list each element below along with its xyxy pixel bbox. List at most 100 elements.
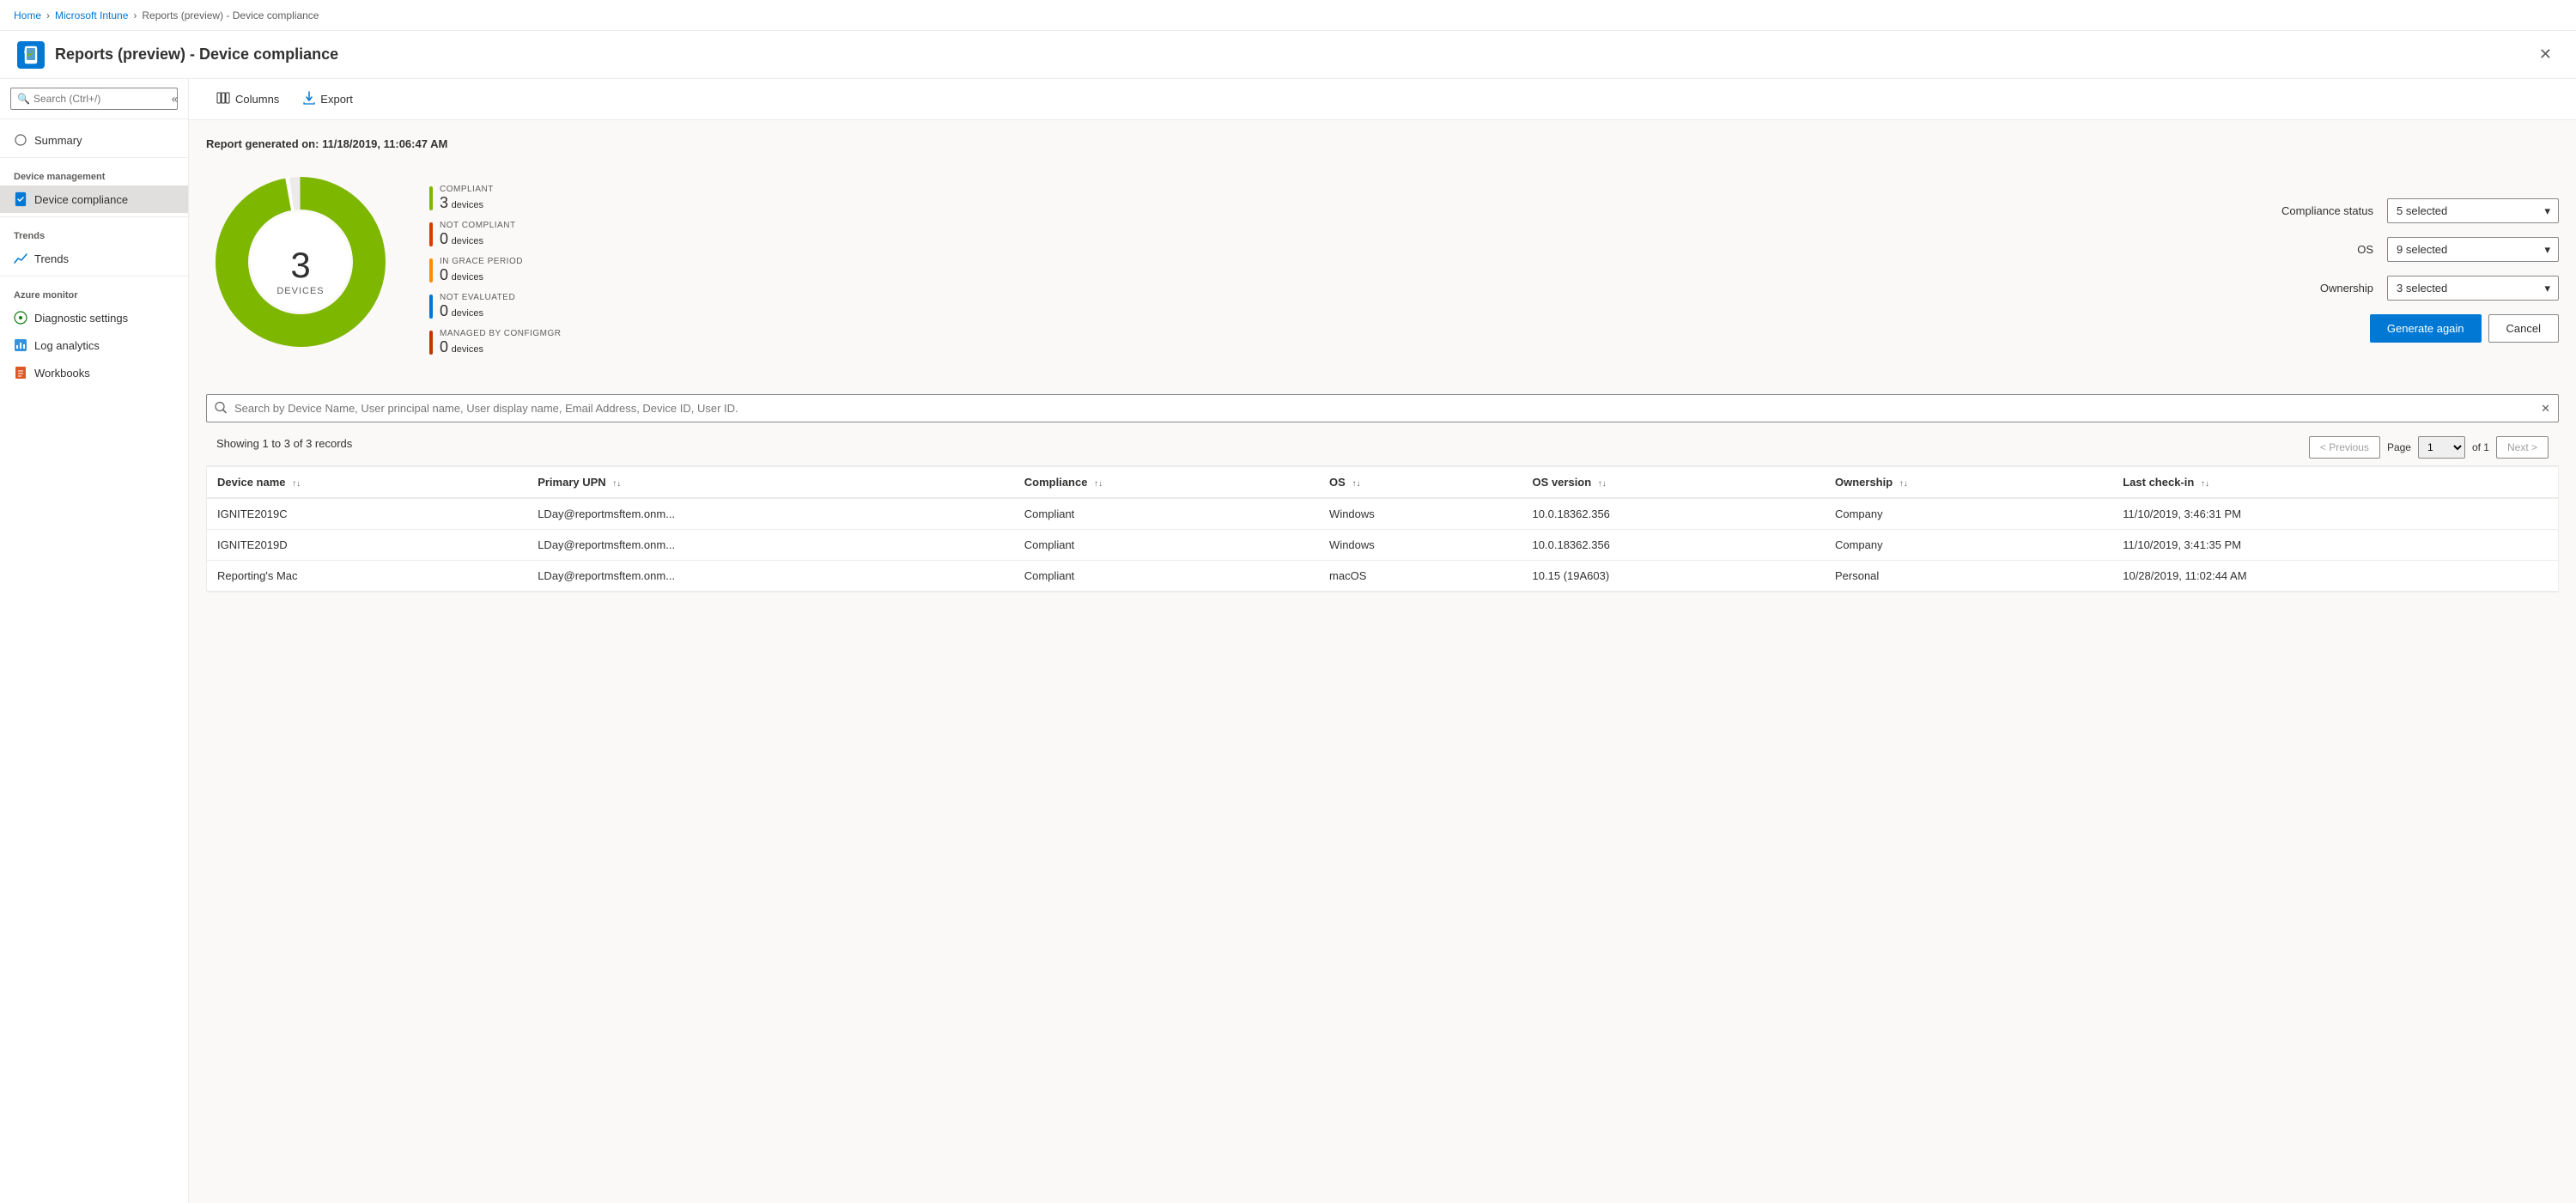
legend-bar [429,222,433,246]
page-of: of 1 [2472,441,2489,453]
cell-os_version: 10.0.18362.356 [1522,530,1825,561]
filter-actions: Generate again Cancel [2279,314,2559,343]
sidebar-item-log-analytics[interactable]: Log analytics [0,331,188,359]
report-generated-label: Report generated on: 11/18/2019, 11:06:4… [206,137,2559,150]
page-select[interactable]: 1 [2418,436,2465,459]
legend-text: NOT EVALUATED 0 devices [440,293,515,320]
breadcrumb-sep-2: › [133,9,137,21]
legend-category: NOT COMPLIANT [440,221,516,230]
sidebar-search-wrap: 🔍 « [0,79,188,119]
sidebar-item-device-compliance[interactable]: Device compliance [0,185,188,213]
generate-again-button[interactable]: Generate again [2370,314,2482,343]
breadcrumb-intune[interactable]: Microsoft Intune [55,9,128,21]
col-header-os[interactable]: OS ↑↓ [1319,467,1522,498]
device-compliance-icon [14,192,27,206]
cancel-button[interactable]: Cancel [2488,314,2559,343]
ownership-label: Ownership [2279,282,2373,295]
col-header-ownership[interactable]: Ownership ↑↓ [1825,467,2112,498]
legend-category: IN GRACE PERIOD [440,257,523,266]
legend-unit: devices [452,272,483,283]
legend-unit: devices [452,200,483,210]
col-header-os_version[interactable]: OS version ↑↓ [1522,467,1825,498]
legend-count: 0 [440,266,448,283]
legend: COMPLIANT 3 devices NOT COMPLIANT 0 devi… [429,185,618,356]
cell-compliance: Compliant [1014,530,1319,561]
legend-bar [429,258,433,283]
compliance-status-select[interactable]: 5 selected [2387,198,2559,223]
cell-device_name: IGNITE2019D [207,530,527,561]
legend-item: IN GRACE PERIOD 0 devices [429,257,618,284]
legend-unit: devices [452,236,483,246]
filters-panel: Compliance status 5 selected OS 9 select… [2279,198,2559,343]
legend-category: MANAGED BY CONFIGMGR [440,329,562,338]
ownership-select[interactable]: 3 selected [2387,276,2559,301]
cell-ownership: Company [1825,530,2112,561]
cell-ownership: Company [1825,498,2112,530]
sort-icon: ↑↓ [1598,479,1607,489]
next-button[interactable]: Next > [2496,436,2549,459]
col-header-compliance[interactable]: Compliance ↑↓ [1014,467,1319,498]
cell-os: macOS [1319,561,1522,592]
legend-unit: devices [452,344,483,355]
cell-device_name: IGNITE2019C [207,498,527,530]
cell-last_checkin: 10/28/2019, 11:02:44 AM [2112,561,2558,592]
export-icon [303,91,315,107]
table-search-input[interactable] [206,394,2559,422]
cell-os: Windows [1319,530,1522,561]
collapse-sidebar-button[interactable]: « [172,93,178,106]
main-content: Columns Export Report generated on: 11/1… [189,79,2576,1203]
donut-label: DEVICES [276,286,324,296]
legend-category: NOT EVALUATED [440,293,515,302]
col-header-last_checkin[interactable]: Last check-in ↑↓ [2112,467,2558,498]
ownership-filter: Ownership 3 selected [2279,276,2559,301]
toolbar: Columns Export [189,79,2576,120]
legend-item: MANAGED BY CONFIGMGR 0 devices [429,329,618,356]
sidebar-item-workbooks[interactable]: Workbooks [0,359,188,386]
legend-count: 3 [440,194,448,211]
donut-chart: 3 DEVICES [206,167,395,374]
cell-last_checkin: 11/10/2019, 3:41:35 PM [2112,530,2558,561]
ownership-select-wrap: 3 selected [2387,276,2559,301]
table-row: IGNITE2019DLDay@reportmsftem.onm...Compl… [207,530,2558,561]
legend-unit: devices [452,308,483,319]
legend-item: COMPLIANT 3 devices [429,185,618,212]
columns-label: Columns [235,93,279,106]
sidebar-label-summary: Summary [34,134,82,147]
col-header-primary_upn[interactable]: Primary UPN ↑↓ [527,467,1014,498]
diagnostic-icon [14,311,27,325]
sidebar-label-workbooks: Workbooks [34,367,90,380]
sidebar-item-diagnostic-settings[interactable]: Diagnostic settings [0,304,188,331]
breadcrumb-home[interactable]: Home [14,9,41,21]
sort-icon: ↑↓ [612,479,621,489]
columns-button[interactable]: Columns [206,87,289,112]
sort-icon: ↑↓ [292,479,301,489]
os-select[interactable]: 9 selected [2387,237,2559,262]
page-title: Reports (preview) - Device compliance [55,46,338,64]
close-button[interactable]: ✕ [2532,42,2559,67]
search-icon: 🔍 [17,93,30,105]
legend-text: COMPLIANT 3 devices [440,185,494,212]
search-input[interactable] [10,88,178,110]
page-icon [17,41,45,69]
previous-button[interactable]: < Previous [2309,436,2380,459]
export-button[interactable]: Export [293,86,363,112]
device-compliance-table: Device name ↑↓Primary UPN ↑↓Compliance ↑… [207,467,2558,592]
table-row: IGNITE2019CLDay@reportmsftem.onm...Compl… [207,498,2558,530]
sort-icon: ↑↓ [1899,479,1908,489]
section-label-trends: Trends [0,221,188,245]
cell-device_name: Reporting's Mac [207,561,527,592]
cell-os_version: 10.15 (19A603) [1522,561,1825,592]
table-container: Device name ↑↓Primary UPN ↑↓Compliance ↑… [206,466,2559,592]
search-clear-icon[interactable]: ✕ [2541,402,2550,416]
sidebar-item-trends[interactable]: Trends [0,245,188,272]
sidebar-item-summary[interactable]: Summary [0,126,188,154]
col-header-device_name[interactable]: Device name ↑↓ [207,467,527,498]
page-header: Reports (preview) - Device compliance ✕ [0,31,2576,79]
cell-ownership: Personal [1825,561,2112,592]
columns-icon [216,92,230,106]
section-label-device-management: Device management [0,161,188,185]
legend-item: NOT EVALUATED 0 devices [429,293,618,320]
sidebar-label-device-compliance: Device compliance [34,193,128,206]
os-filter: OS 9 selected [2279,237,2559,262]
search-bar-wrap: ✕ [206,394,2559,422]
